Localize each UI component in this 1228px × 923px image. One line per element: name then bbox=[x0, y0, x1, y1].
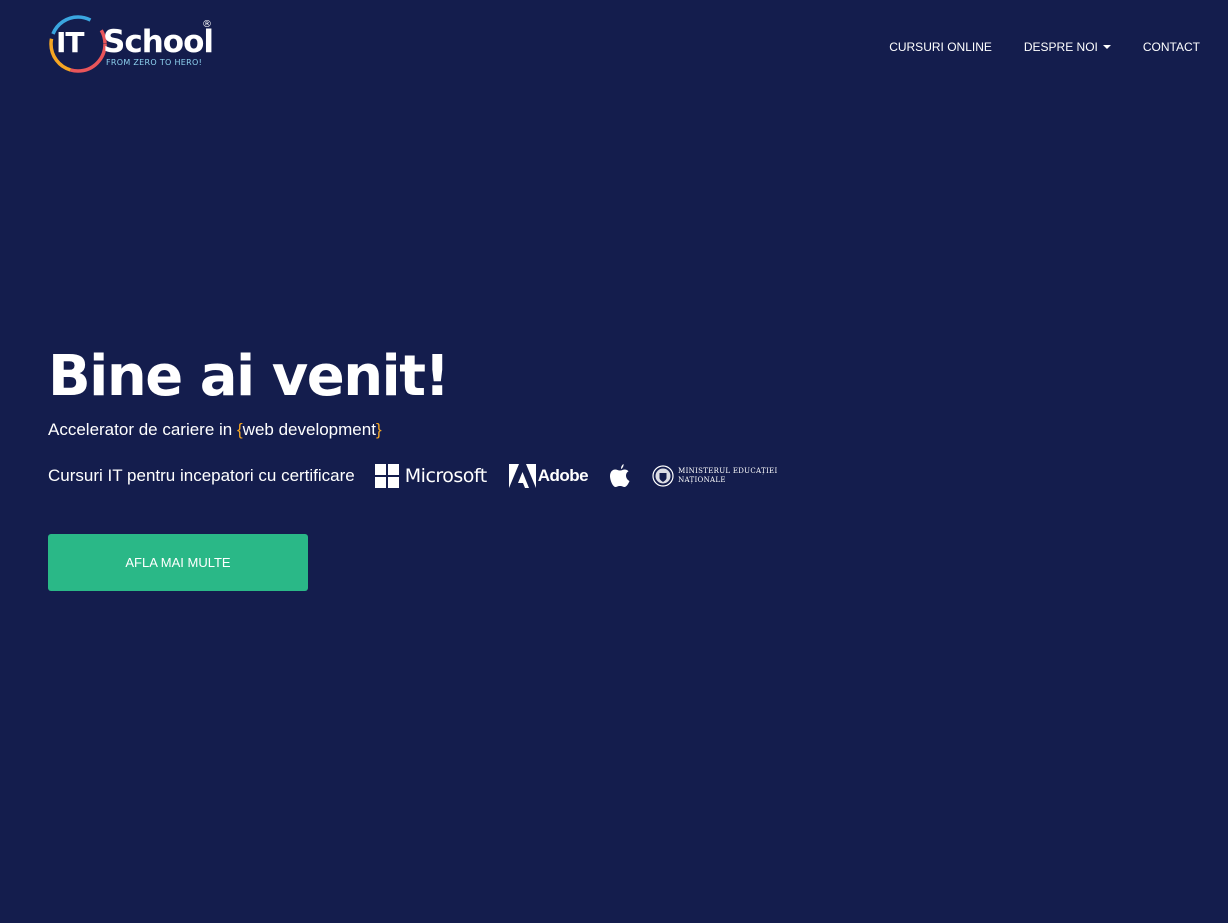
learn-more-button[interactable]: AFLA MAI MULTE bbox=[48, 534, 308, 591]
nav-item-label: CURSURI ONLINE bbox=[889, 40, 992, 54]
logo-ring-icon: IT bbox=[47, 13, 109, 75]
itschool-logo[interactable]: IT School ® FROM ZERO TO HERO! bbox=[47, 13, 217, 77]
adobe-logo: Adobe bbox=[508, 464, 589, 488]
hero-title: Bine ai venit! bbox=[48, 344, 450, 409]
nav-item-label: CONTACT bbox=[1142, 40, 1200, 54]
certification-label: Cursuri IT pentru incepatori cu certific… bbox=[48, 466, 355, 485]
logo-mark: IT bbox=[56, 26, 85, 59]
nav-item-cursuri-online[interactable]: CURSURI ONLINE bbox=[889, 38, 992, 56]
subtitle-highlight: web development bbox=[242, 420, 376, 439]
subtitle-prefix: Accelerator de cariere in bbox=[48, 420, 237, 439]
ministry-logo: MINISTERUL EDUCAȚIEI NAȚIONALE bbox=[652, 465, 777, 487]
site-header: IT School ® FROM ZERO TO HERO! CURSURI O… bbox=[0, 0, 1228, 92]
microsoft-logo: Microsoft bbox=[374, 464, 487, 488]
brace-close: } bbox=[375, 420, 382, 439]
adobe-icon bbox=[508, 464, 536, 488]
hero-subtitle: Accelerator de cariere in {web developme… bbox=[48, 418, 800, 442]
apple-icon bbox=[610, 464, 630, 487]
logo-name: School bbox=[103, 24, 214, 60]
chevron-down-icon bbox=[1102, 45, 1111, 49]
nav-item-despre-noi[interactable]: DESPRE NOI bbox=[1024, 38, 1111, 56]
certification-row: Cursuri IT pentru incepatori cu certific… bbox=[48, 461, 800, 491]
ministry-line-1: MINISTERUL EDUCAȚIEI bbox=[678, 467, 778, 475]
nav-item-contact[interactable]: CONTACT bbox=[1143, 38, 1200, 56]
microsoft-wordmark: Microsoft bbox=[404, 465, 487, 487]
adobe-wordmark: Adobe bbox=[537, 466, 589, 485]
coat-of-arms-icon bbox=[652, 465, 674, 487]
main-nav: CURSURI ONLINE DESPRE NOI CONTACT bbox=[889, 38, 1200, 56]
apple-logo bbox=[610, 464, 630, 488]
logo-tagline: FROM ZERO TO HERO! bbox=[106, 58, 203, 67]
hero-section: Bine ai venit! Accelerator de cariere in… bbox=[48, 342, 800, 491]
nav-item-label: DESPRE NOI bbox=[1023, 40, 1098, 54]
windows-icon bbox=[374, 464, 399, 488]
ministry-line-2: NAȚIONALE bbox=[678, 476, 726, 484]
logo-registered-mark: ® bbox=[202, 19, 212, 30]
ministry-wordmark: MINISTERUL EDUCAȚIEI NAȚIONALE bbox=[678, 467, 777, 485]
